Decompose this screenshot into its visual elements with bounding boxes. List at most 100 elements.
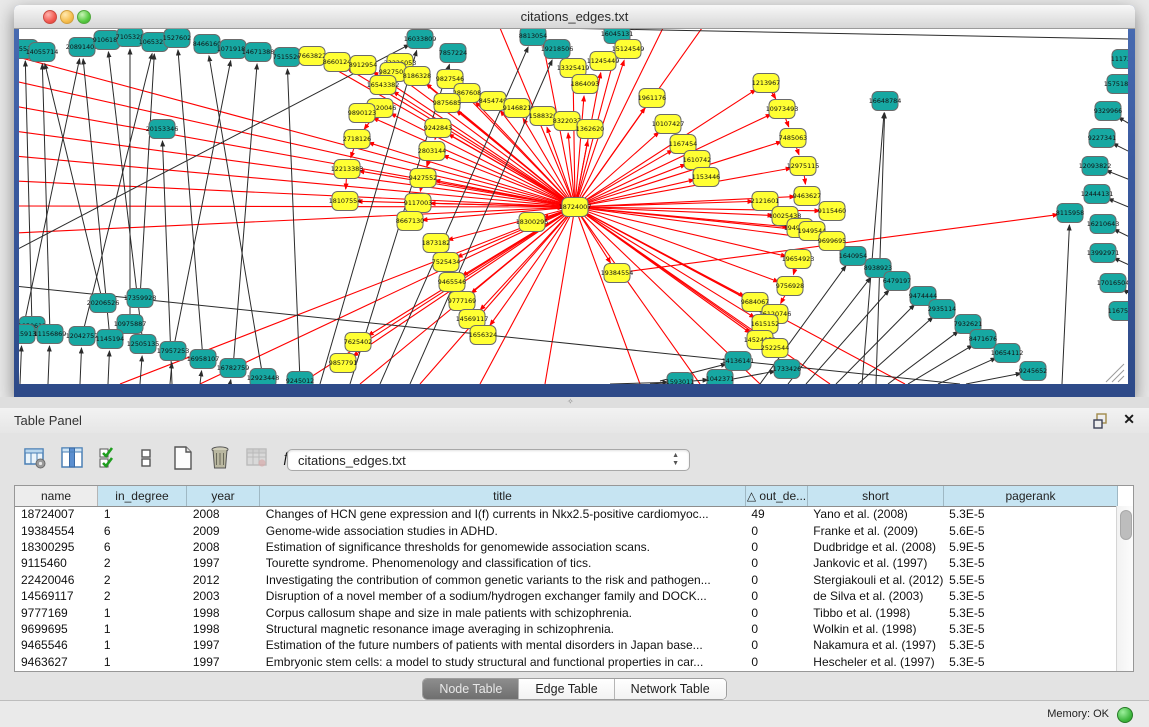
import-table-icon[interactable] — [244, 445, 270, 471]
table-select-dropdown[interactable]: citations_edges.txt ▲▼ — [287, 449, 690, 471]
network-node[interactable]: 7485063 — [779, 129, 807, 148]
network-node[interactable]: 14671388 — [242, 43, 275, 62]
table-cell[interactable]: 5.3E-5 — [943, 589, 1117, 603]
table-cell[interactable]: 1997 — [187, 638, 260, 652]
network-node[interactable]: 14136141 — [722, 352, 755, 371]
network-node[interactable]: 8471676 — [969, 330, 997, 349]
table-cell[interactable]: Hescheler et al. (1997) — [807, 655, 943, 669]
network-node[interactable]: 1610742 — [683, 151, 711, 170]
table-cell[interactable]: 5.3E-5 — [943, 638, 1117, 652]
table-cell[interactable]: 2 — [98, 556, 187, 570]
table-cell[interactable]: Yano et al. (2008) — [807, 507, 943, 521]
tab-node-table[interactable]: Node Table — [423, 679, 519, 699]
table-cell[interactable]: 0 — [745, 524, 807, 538]
table-cell[interactable]: 5.5E-5 — [943, 573, 1117, 587]
table-cell[interactable]: 9777169 — [15, 606, 98, 620]
table-cell[interactable]: 6 — [98, 540, 187, 554]
network-node[interactable]: 8186328 — [403, 67, 431, 86]
network-node[interactable]: 16958107 — [187, 350, 220, 369]
table-cell[interactable]: 1 — [98, 655, 187, 669]
tab-network-table[interactable]: Network Table — [615, 679, 726, 699]
table-cell[interactable]: 5.6E-5 — [943, 524, 1117, 538]
network-node[interactable]: 8813054 — [519, 29, 547, 46]
tab-edge-table[interactable]: Edge Table — [519, 679, 614, 699]
network-node[interactable]: 9227341 — [1088, 129, 1116, 148]
table-cell[interactable]: 0 — [745, 622, 807, 636]
table-cell[interactable]: 5.3E-5 — [943, 655, 1117, 669]
network-node[interactable]: 2935114 — [928, 300, 956, 319]
table-cell[interactable]: 1997 — [187, 556, 260, 570]
network-node[interactable]: 9890123 — [348, 104, 376, 123]
network-node[interactable]: 8667130 — [396, 212, 424, 231]
scrollbar-thumb[interactable] — [1120, 510, 1132, 540]
network-node[interactable]: 1733426 — [773, 360, 801, 379]
table-row[interactable]: 977716911998Corpus callosum shape and si… — [15, 604, 1117, 620]
table-cell[interactable]: Investigating the contribution of common… — [260, 573, 746, 587]
network-node[interactable]: 9463627 — [793, 187, 821, 206]
table-cell[interactable]: 0 — [745, 655, 807, 669]
network-node[interactable]: 11245449 — [587, 52, 620, 71]
network-node[interactable]: 12093822 — [1079, 157, 1112, 176]
network-node[interactable]: 19384554 — [601, 264, 634, 283]
close-panel-icon[interactable]: ✕ — [1123, 411, 1135, 428]
table-cell[interactable]: 1998 — [187, 606, 260, 620]
network-node[interactable]: 12505135 — [127, 335, 160, 354]
table-cell[interactable]: Estimation of significance thresholds fo… — [260, 540, 746, 554]
network-node[interactable]: 14055714 — [26, 43, 59, 62]
network-node[interactable]: 9465546 — [438, 273, 466, 292]
network-node[interactable]: 13992971 — [1087, 244, 1120, 263]
network-node[interactable]: 9756928 — [776, 277, 804, 296]
network-node[interactable]: 9857791 — [329, 354, 357, 373]
new-column-icon[interactable] — [170, 445, 196, 471]
table-cell[interactable]: 5.9E-5 — [943, 540, 1117, 554]
column-header-year[interactable]: year — [187, 486, 260, 506]
table-cell[interactable]: Estimation of the future numbers of pati… — [260, 638, 746, 652]
table-cell[interactable]: de Silva et al. (2003) — [807, 589, 943, 603]
table-cell[interactable]: Tourette syndrome. Phenomenology and cla… — [260, 556, 746, 570]
network-node[interactable]: 7857224 — [439, 44, 467, 63]
table-row[interactable]: 1830029562008Estimation of significance … — [15, 539, 1117, 555]
table-cell[interactable]: Franke et al. (2009) — [807, 524, 943, 538]
table-cell[interactable]: 0 — [745, 573, 807, 587]
network-node[interactable]: 16033809 — [404, 30, 437, 49]
table-cell[interactable]: 1 — [98, 606, 187, 620]
table-cell[interactable]: 22420046 — [15, 573, 98, 587]
select-attributes-icon[interactable] — [96, 445, 122, 471]
network-node[interactable]: 16648784 — [869, 92, 902, 111]
network-node[interactable]: 2522544 — [761, 339, 789, 358]
network-node[interactable]: 17359928 — [124, 289, 157, 308]
network-node[interactable]: 8912954 — [349, 56, 377, 75]
network-node[interactable]: 12975115 — [787, 157, 820, 176]
network-node[interactable]: 6479197 — [883, 272, 911, 291]
network-node[interactable]: 16210643 — [1087, 215, 1120, 234]
table-cell[interactable]: 9463627 — [15, 655, 98, 669]
table-cell[interactable]: 0 — [745, 606, 807, 620]
table-cell[interactable]: 49 — [745, 507, 807, 521]
table-cell[interactable]: 2009 — [187, 524, 260, 538]
network-node[interactable]: 8115958 — [1056, 204, 1084, 223]
table-cell[interactable]: 1997 — [187, 655, 260, 669]
table-cell[interactable]: 2008 — [187, 507, 260, 521]
network-node[interactable]: 9245652 — [1019, 362, 1047, 381]
table-cell[interactable]: 0 — [745, 638, 807, 652]
network-canvas[interactable]: 1872400720553711405571420891406910618671… — [19, 29, 1128, 384]
network-node[interactable]: 1961176 — [638, 89, 666, 108]
network-node[interactable]: 1873182 — [422, 234, 450, 253]
network-node[interactable]: 9777169 — [448, 292, 476, 311]
table-cell[interactable]: Dudbridge et al. (2008) — [807, 540, 943, 554]
network-node[interactable]: 20206526 — [87, 294, 120, 313]
network-node[interactable]: 16543382 — [367, 76, 400, 95]
network-node[interactable]: 1153446 — [692, 168, 720, 187]
network-node[interactable]: 10973493 — [766, 100, 799, 119]
table-cell[interactable]: 18724007 — [15, 507, 98, 521]
table-cell[interactable]: Corpus callosum shape and size in male p… — [260, 606, 746, 620]
network-node[interactable]: 18724007 — [559, 198, 592, 217]
table-settings-icon[interactable] — [22, 445, 48, 471]
network-node[interactable]: 1864093 — [571, 75, 599, 94]
network-node[interactable]: 1593011 — [666, 373, 694, 385]
column-header-title[interactable]: title — [260, 486, 746, 506]
network-node[interactable]: 19218506 — [541, 40, 574, 59]
network-node[interactable]: 9146821 — [503, 99, 531, 118]
network-node[interactable]: 9245012 — [286, 372, 314, 385]
network-node[interactable]: 15124549 — [612, 40, 645, 59]
